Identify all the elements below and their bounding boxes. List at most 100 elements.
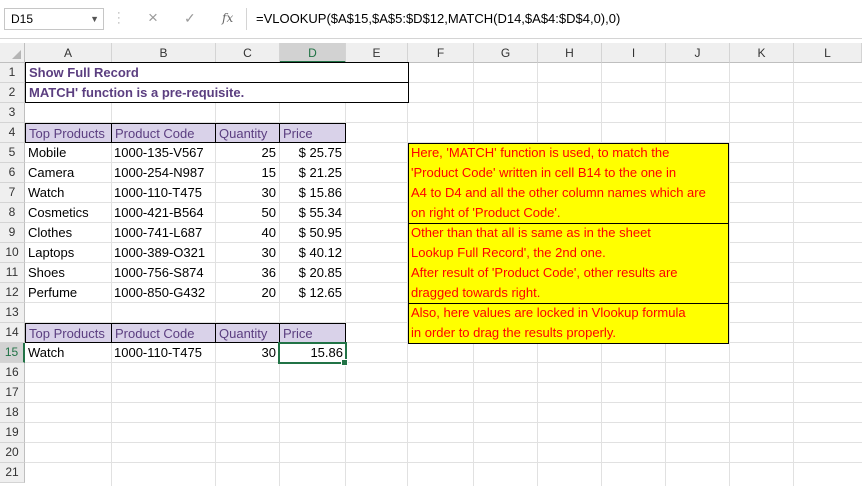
column-header-l[interactable]: L: [794, 43, 862, 63]
cell-a1[interactable]: Show Full Record: [25, 62, 409, 83]
cell-d4[interactable]: Price: [279, 123, 346, 143]
note-3-line-2: in order to drag the results properly.: [411, 325, 616, 340]
cell-a14[interactable]: Top Products: [25, 323, 112, 343]
gridline: [25, 402, 862, 403]
cell-b11[interactable]: 1000-756-S874: [111, 263, 215, 283]
cell-c4[interactable]: Quantity: [215, 123, 280, 143]
name-box[interactable]: D15 ▼: [4, 8, 104, 30]
row-header-13[interactable]: 13: [0, 303, 25, 323]
column-header-d[interactable]: D: [280, 43, 346, 63]
cell-c14[interactable]: Quantity: [215, 323, 280, 343]
cell-a2[interactable]: MATCH' function is a pre-requisite.: [25, 82, 409, 103]
cell-c11[interactable]: 36: [215, 263, 279, 283]
cell-a6[interactable]: Camera: [25, 163, 111, 183]
enter-icon[interactable]: ✓: [184, 10, 196, 27]
cell-b9[interactable]: 1000-741-L687: [111, 223, 215, 243]
cell-d15[interactable]: 15.86: [278, 342, 347, 364]
cell-b7[interactable]: 1000-110-T475: [111, 183, 215, 203]
gridline: [25, 422, 862, 423]
note-1-line-1: Here, 'MATCH' function is used, to match…: [411, 145, 670, 160]
row-header-21[interactable]: 21: [0, 463, 25, 483]
row-header-4[interactable]: 4: [0, 123, 25, 143]
column-header-f[interactable]: F: [408, 43, 474, 63]
cell-a8[interactable]: Cosmetics: [25, 203, 111, 223]
row-header-9[interactable]: 9: [0, 223, 25, 243]
cell-c9[interactable]: 40: [215, 223, 279, 243]
insert-function-icon[interactable]: fx: [222, 11, 233, 25]
gridline: [25, 462, 862, 463]
note-2-line-1: Other than that all is same as in the sh…: [411, 225, 651, 240]
note-2-line-4: dragged towards right.: [411, 285, 541, 300]
cell-b5[interactable]: 1000-135-V567: [111, 143, 215, 163]
column-header-h[interactable]: H: [538, 43, 602, 63]
cell-c6[interactable]: 15: [215, 163, 279, 183]
row-header-16[interactable]: 16: [0, 363, 25, 383]
select-all-button[interactable]: [0, 43, 25, 63]
row-header-17[interactable]: 17: [0, 383, 25, 403]
chevron-down-icon[interactable]: ▼: [90, 9, 99, 29]
row-header-19[interactable]: 19: [0, 423, 25, 443]
row-header-18[interactable]: 18: [0, 403, 25, 423]
note-3-line-1: Also, here values are locked in Vlookup …: [411, 305, 686, 320]
cell-d6[interactable]: $ 21.25: [279, 163, 345, 183]
cell-d11[interactable]: $ 20.85: [279, 263, 345, 283]
column-header-j[interactable]: J: [666, 43, 730, 63]
row-header-15[interactable]: 15: [0, 343, 25, 363]
row-header-10[interactable]: 10: [0, 243, 25, 263]
cell-d12[interactable]: $ 12.65: [279, 283, 345, 303]
column-header-i[interactable]: I: [602, 43, 666, 63]
cell-c15[interactable]: 30: [215, 343, 279, 363]
cell-a15[interactable]: Watch: [25, 343, 111, 363]
row-header-3[interactable]: 3: [0, 103, 25, 123]
gridline: [25, 382, 862, 383]
row-header-6[interactable]: 6: [0, 163, 25, 183]
column-header-b[interactable]: B: [112, 43, 216, 63]
row-header-8[interactable]: 8: [0, 203, 25, 223]
cell-c12[interactable]: 20: [215, 283, 279, 303]
row-header-7[interactable]: 7: [0, 183, 25, 203]
column-header-a[interactable]: A: [25, 43, 112, 63]
fill-handle[interactable]: [341, 359, 348, 366]
column-header-e[interactable]: E: [346, 43, 408, 63]
note-1-line-2: 'Product Code' written in cell B14 to th…: [411, 165, 677, 180]
row-header-20[interactable]: 20: [0, 443, 25, 463]
cell-a5[interactable]: Mobile: [25, 143, 111, 163]
cell-d7[interactable]: $ 15.86: [279, 183, 345, 203]
cell-d9[interactable]: $ 50.95: [279, 223, 345, 243]
cell-c8[interactable]: 50: [215, 203, 279, 223]
cell-b4[interactable]: Product Code: [111, 123, 216, 143]
cell-b14[interactable]: Product Code: [111, 323, 216, 343]
cell-b12[interactable]: 1000-850-G432: [111, 283, 215, 303]
cell-d14[interactable]: Price: [279, 323, 346, 343]
row-header-1[interactable]: 1: [0, 63, 25, 83]
cell-b8[interactable]: 1000-421-B564: [111, 203, 215, 223]
cell-b15[interactable]: 1000-110-T475: [111, 343, 215, 363]
column-header-g[interactable]: G: [474, 43, 538, 63]
name-box-value: D15: [11, 12, 34, 26]
row-header-11[interactable]: 11: [0, 263, 25, 283]
cell-a9[interactable]: Clothes: [25, 223, 111, 243]
column-header-k[interactable]: K: [730, 43, 794, 63]
cell-a10[interactable]: Laptops: [25, 243, 111, 263]
cell-a7[interactable]: Watch: [25, 183, 111, 203]
row-header-14[interactable]: 14: [0, 323, 25, 343]
row-header-5[interactable]: 5: [0, 143, 25, 163]
cell-c7[interactable]: 30: [215, 183, 279, 203]
cell-b6[interactable]: 1000-254-N987: [111, 163, 215, 183]
row-header-12[interactable]: 12: [0, 283, 25, 303]
note-2-line-3: After result of 'Product Code', other re…: [411, 265, 678, 280]
formula-input[interactable]: =VLOOKUP($A$15,$A$5:$D$12,MATCH(D14,$A$4…: [256, 8, 620, 30]
cell-d10[interactable]: $ 40.12: [279, 243, 345, 263]
cell-c5[interactable]: 25: [215, 143, 279, 163]
cell-b10[interactable]: 1000-389-O321: [111, 243, 215, 263]
cancel-icon[interactable]: ×: [148, 8, 158, 28]
drag-handle-icon[interactable]: · · ·: [117, 8, 121, 29]
cell-c10[interactable]: 30: [215, 243, 279, 263]
row-header-2[interactable]: 2: [0, 83, 25, 103]
column-header-c[interactable]: C: [216, 43, 280, 63]
cell-d8[interactable]: $ 55.34: [279, 203, 345, 223]
cell-a12[interactable]: Perfume: [25, 283, 111, 303]
cell-d5[interactable]: $ 25.75: [279, 143, 345, 163]
cell-a11[interactable]: Shoes: [25, 263, 111, 283]
cell-a4[interactable]: Top Products: [25, 123, 112, 143]
